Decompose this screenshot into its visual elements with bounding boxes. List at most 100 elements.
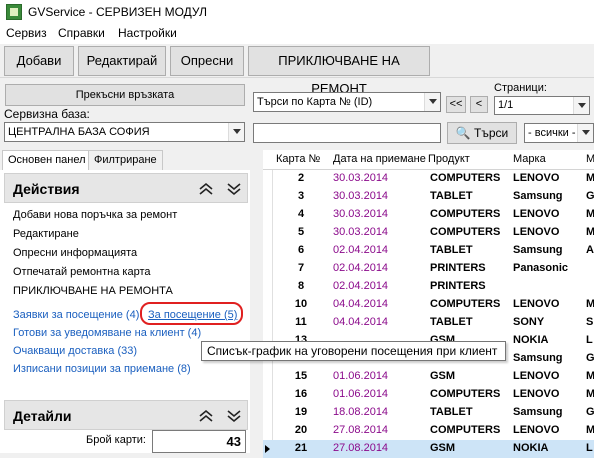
cell-brand: LENOVO (513, 424, 560, 436)
cell-product: TABLET (430, 190, 473, 202)
left-panel-scrollbar[interactable] (250, 170, 262, 453)
cell-card-no: 8 (297, 280, 305, 292)
action-edit[interactable]: Редактиране (13, 228, 79, 240)
cell-date: 30.03.2014 (333, 208, 389, 220)
table-row[interactable]: 6 02.04.2014 TABLET Samsung A (263, 242, 594, 260)
link-written-off[interactable]: Изписани позиции за приемане (8) (13, 363, 191, 375)
cell-product: COMPUTERS (430, 208, 501, 220)
cell-product: PRINTERS (430, 262, 486, 274)
action-finish-repair[interactable]: ПРИКЛЮЧВАНЕ НА РЕМОНТА (13, 285, 173, 297)
search-mode-select[interactable]: Търси по Карта № (ID) (253, 92, 441, 112)
cell-product: COMPUTERS (430, 424, 501, 436)
cell-date: 01.06.2014 (333, 370, 389, 382)
cell-brand: NOKIA (513, 334, 549, 346)
expand-down-icon[interactable] (225, 407, 243, 425)
first-page-button[interactable]: << (446, 96, 466, 113)
cell-brand: SONY (513, 316, 545, 328)
table-row[interactable]: 7 02.04.2014 PRINTERS Panasonic (263, 260, 594, 278)
table-row[interactable]: 10 04.04.2014 COMPUTERS LENOVO M (263, 296, 594, 314)
page-select[interactable]: 1/1 (494, 96, 590, 115)
link-awaiting-delivery[interactable]: Очакващи доставка (33) (13, 345, 137, 357)
cell-date: 30.03.2014 (333, 172, 389, 184)
table-row[interactable]: 8 02.04.2014 PRINTERS (263, 278, 594, 296)
chevron-down-icon (424, 93, 440, 111)
cell-date: 30.03.2014 (333, 226, 389, 238)
table-row[interactable]: 20 27.08.2014 COMPUTERS LENOVO M (263, 422, 594, 440)
col-date[interactable]: Дата на приемане (333, 153, 426, 165)
search-button-label: Търси (474, 126, 509, 140)
app-icon (6, 4, 22, 20)
col-model[interactable]: М (586, 153, 594, 165)
finish-repair-button[interactable]: ПРИКЛЮЧВАНЕ НА РЕМОНТ (248, 46, 430, 96)
repair-cards-grid: Карта № Дата на приемане Продукт Марка М… (263, 150, 594, 458)
actions-title: Действия (13, 181, 80, 197)
col-product[interactable]: Продукт (428, 153, 470, 165)
chevron-down-icon (573, 97, 589, 114)
link-ready-notify[interactable]: Готови за уведомяване на клиент (4) (13, 327, 201, 339)
disconnect-button[interactable]: Прекъсни връзката (5, 84, 245, 106)
title-bar: GVService - СЕРВИЗЕН МОДУЛ (0, 0, 594, 24)
action-print-card[interactable]: Отпечатай ремонтна карта (13, 266, 151, 278)
menu-service[interactable]: Сервиз (6, 26, 47, 40)
cell-brand: Samsung (513, 190, 563, 202)
cell-card-no: 11 (295, 316, 307, 328)
refresh-button[interactable]: Опресни (170, 46, 244, 76)
cell-card-no: 15 (294, 370, 308, 382)
actions-header[interactable]: Действия (4, 173, 248, 203)
table-row[interactable]: 16 01.06.2014 COMPUTERS LENOVO M (263, 386, 594, 404)
details-header[interactable]: Детайли (4, 400, 248, 430)
cell-model: M (586, 172, 594, 184)
add-button[interactable]: Добави (4, 46, 74, 76)
menu-bar: Сервиз Справки Настройки (0, 24, 594, 44)
table-row[interactable]: 2 30.03.2014 COMPUTERS LENOVO M (263, 170, 594, 188)
cell-brand: LENOVO (513, 298, 560, 310)
prev-page-button[interactable]: < (470, 96, 488, 113)
table-row[interactable]: 11 04.04.2014 TABLET SONY S (263, 314, 594, 332)
cell-card-no: 10 (294, 298, 308, 310)
cell-model: M (586, 208, 594, 220)
table-row[interactable]: 21 27.08.2014 GSM NOKIA L (263, 440, 594, 458)
tab-filtering[interactable]: Филтриране (88, 150, 163, 170)
cell-product: TABLET (430, 316, 473, 328)
table-row[interactable]: 3 30.03.2014 TABLET Samsung G (263, 188, 594, 206)
col-card-no[interactable]: Карта № (276, 153, 320, 165)
col-brand[interactable]: Марка (513, 153, 546, 165)
table-row[interactable]: 15 01.06.2014 GSM LENOVO M (263, 368, 594, 386)
cell-model: L (586, 442, 593, 454)
chevron-down-icon (228, 123, 244, 141)
cell-model: G (586, 190, 594, 202)
window-title: GVService - СЕРВИЗЕН МОДУЛ (28, 5, 207, 19)
cell-card-no: 4 (297, 208, 305, 220)
edit-button[interactable]: Редактирай (78, 46, 166, 76)
table-row[interactable]: 19 18.08.2014 TABLET Samsung G (263, 404, 594, 422)
search-input[interactable] (253, 123, 441, 143)
filter-select[interactable]: - всички - (524, 123, 594, 143)
cell-date: 04.04.2014 (333, 298, 389, 310)
cell-date: 02.04.2014 (333, 262, 389, 274)
service-db-label: Сервизна база: (4, 107, 90, 121)
cell-date: 04.04.2014 (333, 316, 389, 328)
chevron-down-icon (577, 124, 593, 142)
table-row[interactable]: 4 30.03.2014 COMPUTERS LENOVO M (263, 206, 594, 224)
collapse-up-icon[interactable] (197, 407, 215, 425)
cell-date: 27.08.2014 (333, 424, 389, 436)
action-refresh-info[interactable]: Опресни информацията (13, 247, 137, 259)
table-row[interactable]: 5 30.03.2014 COMPUTERS LENOVO M (263, 224, 594, 242)
cell-date: 01.06.2014 (333, 388, 389, 400)
menu-settings[interactable]: Настройки (118, 26, 177, 40)
row-pointer-icon (265, 445, 270, 453)
cell-card-no: 20 (294, 424, 308, 436)
tab-main-panel[interactable]: Основен панел (2, 150, 92, 170)
link-visit-requests[interactable]: Заявки за посещение (4) (13, 309, 139, 321)
action-add-order[interactable]: Добави нова поръчка за ремонт (13, 209, 177, 221)
page-value: 1/1 (498, 99, 514, 111)
service-db-select[interactable]: ЦЕНТРАЛНА БАЗА СОФИЯ (4, 122, 245, 142)
search-button[interactable]: 🔍 Търси (447, 122, 517, 144)
cards-count-label: Брой карти: (86, 434, 146, 446)
cell-date: 02.04.2014 (333, 280, 389, 292)
collapse-up-icon[interactable] (197, 180, 215, 198)
menu-reports[interactable]: Справки (58, 26, 105, 40)
cell-card-no: 3 (297, 190, 305, 202)
cell-model: A (586, 244, 594, 256)
expand-down-icon[interactable] (225, 180, 243, 198)
